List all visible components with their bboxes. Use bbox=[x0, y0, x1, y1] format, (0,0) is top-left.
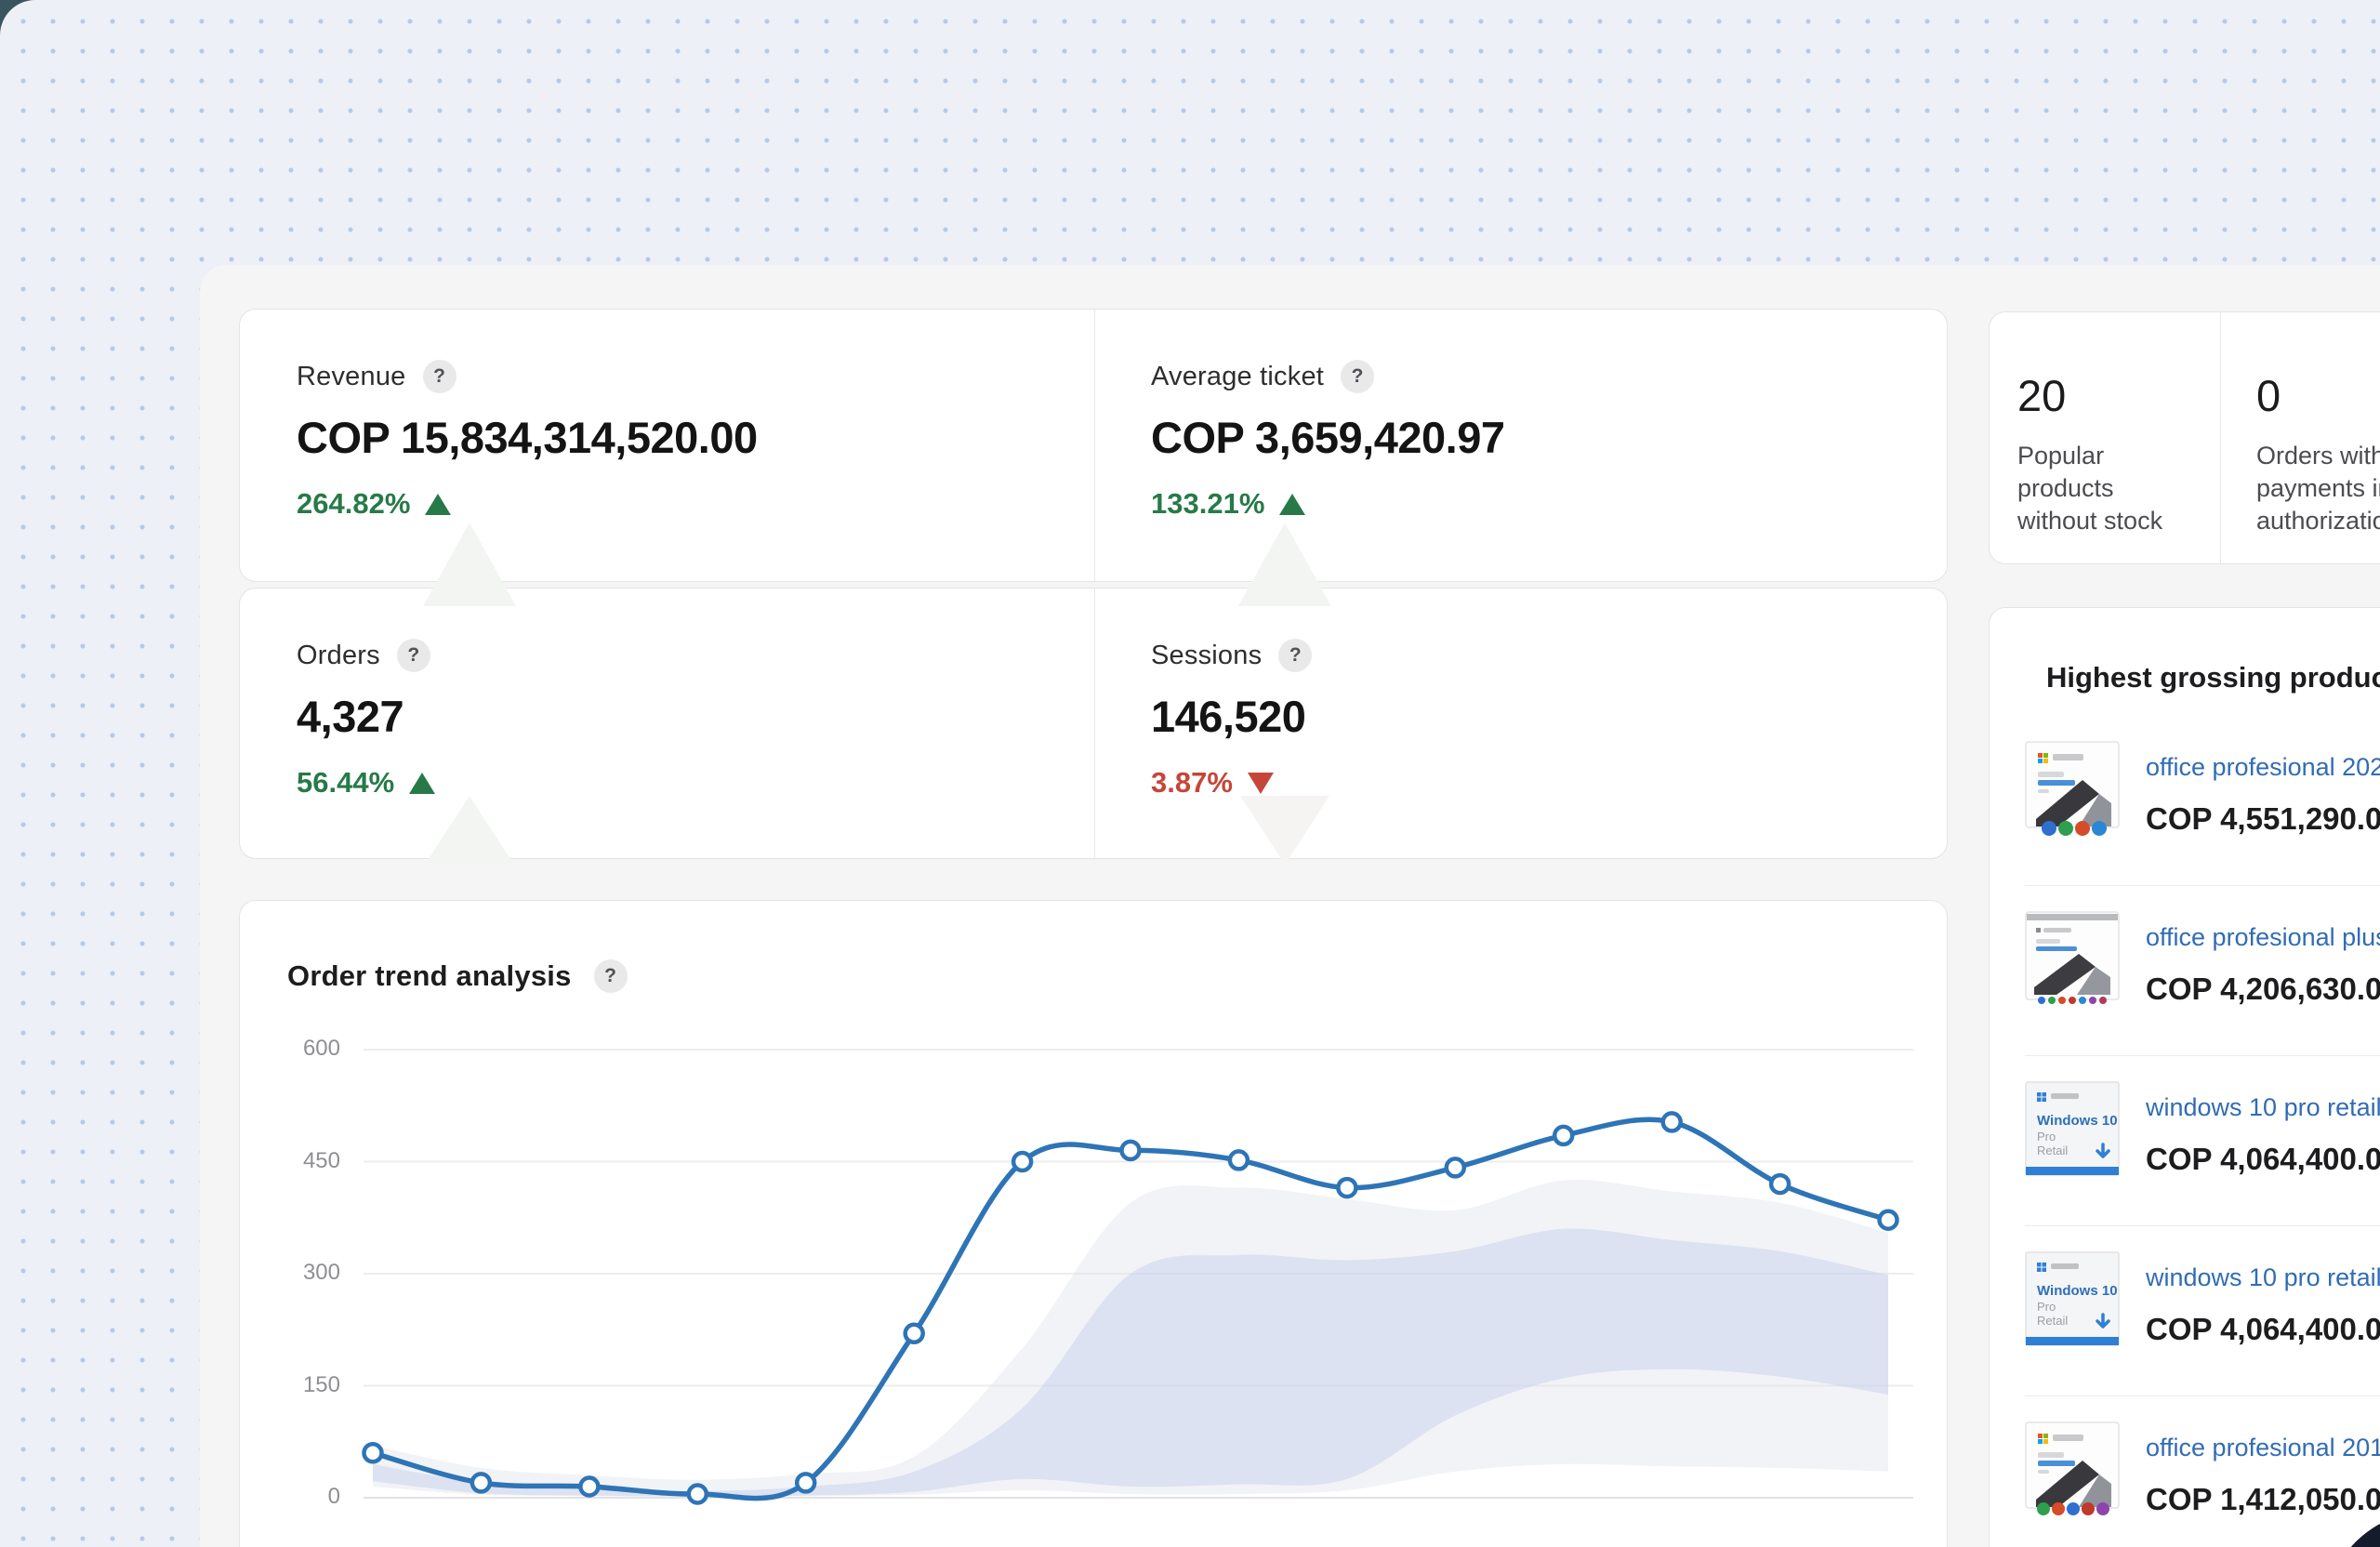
help-icon[interactable]: ? bbox=[397, 639, 430, 672]
arrow-up-icon bbox=[425, 494, 451, 515]
product-price: COP 4,551,290.00 bbox=[2146, 801, 2380, 837]
metric-value: COP 15,834,314,520.00 bbox=[297, 412, 1094, 463]
stat-value: 0 bbox=[2256, 370, 2380, 421]
svg-text:Windows 10: Windows 10 bbox=[2037, 1283, 2118, 1299]
product-price: COP 4,064,400.00 bbox=[2146, 1312, 2380, 1347]
metric-change: 3.87% bbox=[1151, 766, 1233, 800]
windows10-box-thumbnail: Windows 10 Pro Retail bbox=[2025, 1251, 2120, 1346]
product-name-link[interactable]: office profesional plus bbox=[2146, 923, 2380, 952]
product-row[interactable]: Windows 10 Pro Retail windows 10 pro ret… bbox=[2025, 1226, 2380, 1396]
product-price: COP 1,412,050.00 bbox=[2146, 1482, 2380, 1517]
highest-grossing-products-card: Highest grossing products bbox=[1989, 607, 2380, 1547]
product-row[interactable]: office profesional 2019 COP 1,412,050.00 bbox=[2025, 1396, 2380, 1547]
stat-label: Popular products without stock bbox=[2017, 440, 2183, 537]
office-box-thumbnail bbox=[2025, 1421, 2120, 1516]
metrics-card-top: Revenue ? COP 15,834,314,520.00 264.82% … bbox=[239, 309, 1948, 582]
products-card-title: Highest grossing products bbox=[1990, 608, 2380, 694]
product-name-link[interactable]: office profesional 2019 bbox=[2146, 1434, 2380, 1462]
stat-popular-products-without-stock[interactable]: 20 Popular products without stock bbox=[1990, 312, 2220, 563]
stat-value: 20 bbox=[2017, 370, 2220, 421]
help-icon[interactable]: ? bbox=[423, 360, 456, 393]
help-icon[interactable]: ? bbox=[1341, 360, 1374, 393]
svg-text:Retail: Retail bbox=[2037, 1314, 2068, 1328]
windows10-box-thumbnail: Windows 10 Pro Retail bbox=[2025, 1081, 2120, 1176]
product-row[interactable]: Windows 10 Pro Retail windows 10 pro ret… bbox=[2025, 1056, 2380, 1226]
y-tick-label: 0 bbox=[240, 1484, 340, 1510]
metric-label: Sessions bbox=[1151, 641, 1262, 671]
main-content-panel: Revenue ? COP 15,834,314,520.00 264.82% … bbox=[200, 265, 2380, 1547]
stat-orders-payments-authorization[interactable]: 0 Orders with payments in authorization bbox=[2220, 312, 2380, 563]
metric-cell-orders[interactable]: Orders ? 4,327 56.44% bbox=[240, 588, 1094, 858]
help-icon[interactable]: ? bbox=[1278, 639, 1312, 672]
metric-cell-average-ticket[interactable]: Average ticket ? COP 3,659,420.97 133.21… bbox=[1094, 310, 1947, 581]
metric-value: 146,520 bbox=[1151, 691, 1947, 742]
y-tick-label: 300 bbox=[240, 1260, 340, 1286]
y-tick-label: 450 bbox=[240, 1148, 340, 1174]
metric-label: Average ticket bbox=[1151, 362, 1324, 392]
metric-label: Orders bbox=[297, 641, 380, 671]
metric-value: COP 3,659,420.97 bbox=[1151, 412, 1947, 463]
alerts-card: 20 Popular products without stock 0 Orde… bbox=[1989, 311, 2380, 564]
order-trend-chart-svg[interactable] bbox=[240, 901, 1948, 1547]
product-name-link[interactable]: office profesional 2021 bbox=[2146, 753, 2380, 782]
arrow-up-icon bbox=[409, 773, 435, 794]
svg-text:Retail: Retail bbox=[2037, 1144, 2068, 1157]
product-row[interactable]: office profesional 2021 COP 4,551,290.00 bbox=[2025, 716, 2380, 886]
product-name-link[interactable]: windows 10 pro retail bbox=[2146, 1263, 2380, 1292]
product-price: COP 4,064,400.00 bbox=[2146, 1142, 2380, 1177]
y-axis-labels: 600 450 300 150 0 bbox=[240, 901, 340, 1547]
right-column: 20 Popular products without stock 0 Orde… bbox=[1989, 311, 2380, 1547]
arrow-down-icon bbox=[1248, 773, 1274, 794]
metric-change: 133.21% bbox=[1151, 487, 1264, 521]
stat-label: Orders with payments in authorization bbox=[2256, 440, 2380, 537]
y-tick-label: 150 bbox=[240, 1372, 340, 1398]
metric-label: Revenue bbox=[297, 362, 406, 392]
office-box-thumbnail bbox=[2025, 741, 2120, 836]
metric-value: 4,327 bbox=[297, 691, 1094, 742]
chart-title: Order trend analysis bbox=[287, 959, 572, 993]
metrics-card-bottom: Orders ? 4,327 56.44% Sessions ? 146,520 bbox=[239, 588, 1948, 859]
product-price: COP 4,206,630.00 bbox=[2146, 972, 2380, 1007]
metric-change: 56.44% bbox=[297, 766, 394, 800]
metric-cell-sessions[interactable]: Sessions ? 146,520 3.87% bbox=[1094, 588, 1947, 858]
metric-change: 264.82% bbox=[297, 487, 410, 521]
metrics-section: Revenue ? COP 15,834,314,520.00 264.82% … bbox=[239, 309, 1948, 859]
product-row[interactable]: office profesional plus COP 4,206,630.00 bbox=[2025, 886, 2380, 1056]
svg-text:Windows 10: Windows 10 bbox=[2037, 1113, 2118, 1129]
svg-text:Pro: Pro bbox=[2037, 1130, 2056, 1144]
svg-text:Pro: Pro bbox=[2037, 1300, 2056, 1314]
product-name-link[interactable]: windows 10 pro retail bbox=[2146, 1093, 2380, 1122]
order-trend-card: Order trend analysis ? 600 450 300 150 0 bbox=[239, 900, 1948, 1547]
help-icon[interactable]: ? bbox=[594, 959, 628, 993]
y-tick-label: 600 bbox=[240, 1036, 340, 1062]
metric-cell-revenue[interactable]: Revenue ? COP 15,834,314,520.00 264.82% bbox=[240, 310, 1094, 581]
dashboard-page: Revenue ? COP 15,834,314,520.00 264.82% … bbox=[0, 0, 2380, 1547]
arrow-up-icon bbox=[1279, 494, 1305, 515]
office-plus-box-thumbnail bbox=[2025, 911, 2120, 1006]
products-list: office profesional 2021 COP 4,551,290.00 bbox=[2025, 716, 2380, 1547]
